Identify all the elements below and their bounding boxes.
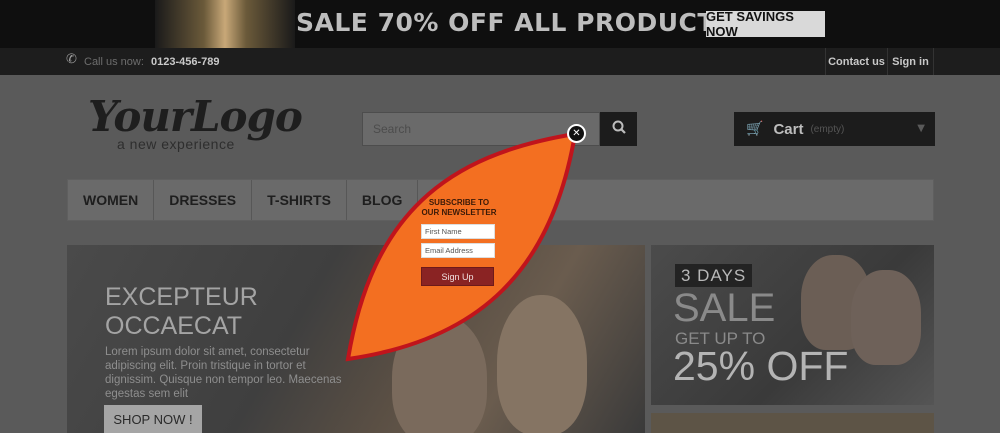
promo-days-badge: 3 DAYS xyxy=(675,264,753,287)
newsletter-title-line2: OUR NEWSLETTER xyxy=(421,208,497,217)
menu-item-blog[interactable]: BLOG xyxy=(347,180,419,220)
contact-us-link[interactable]: Contact us xyxy=(825,48,887,75)
hero-title: EXCEPTEUR OCCAECAT xyxy=(105,283,258,341)
main-menu: WOMEN DRESSES T-SHIRTS BLOG xyxy=(67,179,934,221)
phone-number: 0123-456-789 xyxy=(150,56,220,68)
call-us-text: Call us now: 0123-456-789 xyxy=(84,56,220,68)
menu-item-women[interactable]: WOMEN xyxy=(68,180,155,220)
sign-in-link[interactable]: Sign in xyxy=(887,48,934,75)
logo-tagline: a new experience xyxy=(117,136,235,152)
cart-status: (empty) xyxy=(810,123,845,135)
menu-item-tshirts[interactable]: T-SHIRTS xyxy=(252,180,347,220)
hero-body-text: Lorem ipsum dolor sit amet, consectetur … xyxy=(105,346,342,400)
email-input[interactable]: Email Address xyxy=(421,243,495,258)
shop-now-button[interactable]: SHOP NOW ! xyxy=(104,405,202,433)
side-promo-banner[interactable]: 3 DAYS SALE GET UP TO 25% OFF xyxy=(651,245,934,405)
search-input[interactable]: Search xyxy=(362,112,600,146)
promo-model-image-2 xyxy=(851,270,921,365)
phone-icon: ✆ xyxy=(66,52,77,67)
newsletter-title-line1: SUBSCRIBE TO xyxy=(428,198,490,207)
cart-button[interactable]: 🛒 Cart (empty) ▼ xyxy=(734,112,935,146)
hero-title-line2: OCCAECAT xyxy=(105,312,243,340)
newsletter-title: SUBSCRIBE TO OUR NEWSLETTER xyxy=(421,198,497,218)
menu-item-dresses[interactable]: DRESSES xyxy=(154,180,253,220)
site-logo[interactable]: YourLogo xyxy=(88,92,303,141)
hero-model-image-2 xyxy=(497,295,587,433)
search-button[interactable] xyxy=(600,112,637,146)
cart-icon: 🛒 xyxy=(746,121,764,137)
side-promo-banner-2[interactable] xyxy=(651,413,934,433)
cart-label: Cart xyxy=(773,120,804,138)
call-us-label: Call us now: xyxy=(84,56,144,68)
hero-slider[interactable]: EXCEPTEUR OCCAECAT Lorem ipsum dolor sit… xyxy=(67,245,645,433)
first-name-input[interactable]: First Name xyxy=(421,224,495,239)
banner-headline: SALE 70% OFF ALL PRODUCTS xyxy=(296,8,734,37)
promo-off-text: 25% OFF xyxy=(673,343,849,389)
hero-model-image xyxy=(392,315,487,433)
hero-title-line1: EXCEPTEUR xyxy=(105,283,258,311)
get-savings-button[interactable]: GET SAVINGS NOW xyxy=(706,9,825,39)
promo-banner: SALE 70% OFF ALL PRODUCTS GET SAVINGS NO… xyxy=(0,0,1000,48)
promo-sale-text: SALE xyxy=(673,286,776,330)
banner-model-image xyxy=(155,0,295,48)
search-icon xyxy=(612,120,626,138)
newsletter-form: SUBSCRIBE TO OUR NEWSLETTER First Name E… xyxy=(421,198,497,286)
close-icon[interactable]: ✕ xyxy=(567,124,586,143)
chevron-down-icon: ▼ xyxy=(917,123,925,134)
sign-up-button[interactable]: Sign Up xyxy=(421,267,494,286)
